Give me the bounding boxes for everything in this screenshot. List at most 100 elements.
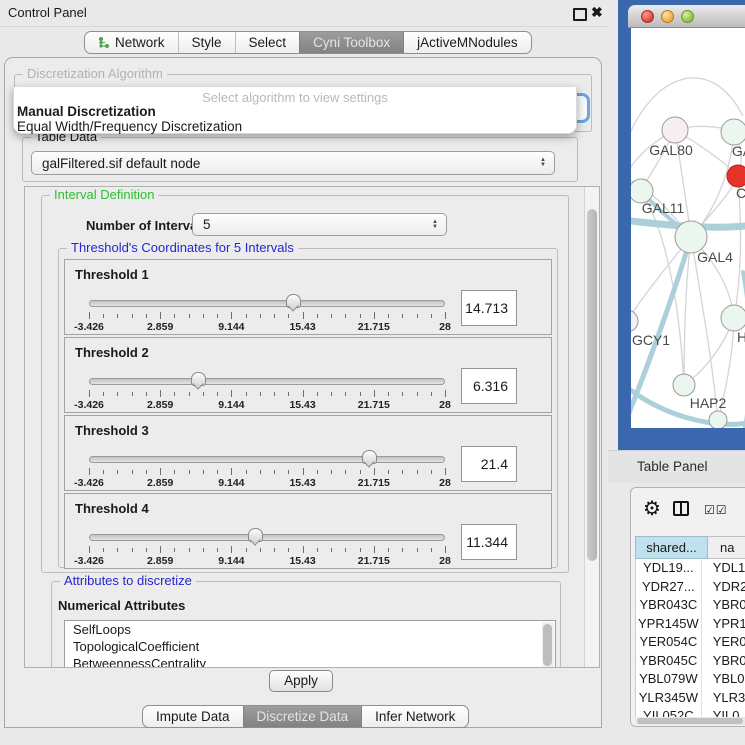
table-row[interactable]: YLR345WYLR3	[636, 689, 745, 708]
thresholds-container: Threshold 1-3.4262.8599.14415.4321.71528…	[64, 259, 552, 571]
table-scrollbar-thumb[interactable]	[637, 718, 743, 724]
tab-discretize-data[interactable]: Discretize Data	[243, 706, 362, 727]
apply-button[interactable]: Apply	[269, 670, 333, 692]
close-traffic-light-icon[interactable]	[641, 10, 654, 23]
attributes-scrollbar[interactable]	[542, 622, 554, 668]
tab-label: Network	[115, 35, 165, 50]
attribute-list-item[interactable]: BetweennessCentrality	[65, 655, 555, 668]
table-rows[interactable]: YDL19...YDL1YDR27...YDR2YBR043CYBR0YPR14…	[635, 559, 745, 717]
column-header-name[interactable]: na	[708, 536, 745, 559]
table-panel-titlebar: Table Panel	[608, 450, 745, 483]
algorithm-prompt: Select algorithm to view settings	[14, 90, 576, 105]
slider-tick-labels: -3.4262.8599.14415.4321.71528	[89, 555, 445, 567]
network-window-titlebar	[628, 5, 745, 28]
table-data-combobox[interactable]: galFiltered.sif default node ▲▼	[31, 151, 555, 175]
table-row[interactable]: YER054CYER0	[636, 633, 745, 652]
table-row[interactable]: YBR045CYBR0	[636, 652, 745, 671]
threshold-slider[interactable]: -3.4262.8599.14415.4321.71528	[89, 452, 445, 490]
number-of-intervals-label: Number of Intervals	[86, 218, 208, 233]
threshold-value-field[interactable]: 21.4	[461, 446, 517, 482]
cell-name: YIL0	[702, 707, 745, 717]
cell-shared-name: YBR045C	[636, 652, 702, 671]
threshold-slider[interactable]: -3.4262.8599.14415.4321.71528	[89, 530, 445, 568]
gear-icon[interactable]: ⚙	[643, 496, 661, 521]
number-of-intervals-combobox[interactable]: 5 ▲▼	[192, 213, 447, 236]
threshold-slider[interactable]: -3.4262.8599.14415.4321.71528	[89, 374, 445, 412]
table-row[interactable]: YBR043CYBR0	[636, 596, 745, 615]
slider-ticks	[89, 546, 445, 554]
tab-label: Select	[249, 35, 287, 50]
table-row[interactable]: YBL079WYBL0	[636, 670, 745, 689]
bottom-tab-bar: Impute Data Discretize DataInfer Network	[142, 705, 469, 728]
network-node-gcy1[interactable]	[631, 310, 638, 332]
network-node-c[interactable]	[727, 165, 745, 187]
network-node[interactable]	[709, 411, 727, 428]
column-header-shared-name[interactable]: shared...	[635, 536, 708, 559]
attribute-list-item[interactable]: SelfLoops	[65, 621, 555, 638]
numerical-attributes-list[interactable]: SelfLoopsTopologicalCoefficientBetweenne…	[64, 620, 556, 668]
cell-name: YBL0	[702, 670, 745, 689]
network-node-h[interactable]	[721, 305, 745, 331]
tab-cyni-toolbox[interactable]: Cyni Toolbox	[299, 32, 403, 53]
tab-impute-data[interactable]: Impute Data	[143, 706, 243, 727]
slider-track[interactable]	[89, 534, 445, 541]
network-node-ga[interactable]	[721, 119, 745, 145]
slider-ticks	[89, 312, 445, 320]
network-node-gal80[interactable]	[662, 117, 688, 143]
attributes-scrollbar-thumb[interactable]	[543, 624, 552, 666]
dropdown-option-equal-width-frequency[interactable]: Equal Width/Frequency Discretization	[17, 119, 242, 134]
cell-shared-name: YDL19...	[636, 559, 702, 578]
slider-thumb[interactable]	[286, 294, 301, 308]
tab-network[interactable]: Network	[85, 32, 178, 53]
settings-vertical-scrollbar[interactable]	[584, 187, 599, 667]
minimize-traffic-light-icon[interactable]	[661, 10, 674, 23]
slider-tick-labels: -3.4262.8599.14415.4321.71528	[89, 321, 445, 333]
top-tab-bar: Network Style Select Cyni Toolbox jActiveMNo…	[84, 31, 532, 54]
zoom-traffic-light-icon[interactable]	[681, 10, 694, 23]
select-columns-icons[interactable]: ☑☑	[704, 503, 728, 517]
table-horizontal-scrollbar[interactable]	[635, 717, 745, 725]
table-row[interactable]: YIL052CYIL0	[636, 707, 745, 717]
slider-track[interactable]	[89, 300, 445, 307]
attribute-list-item[interactable]: TopologicalCoefficient	[65, 638, 555, 655]
table-row[interactable]: YPR145WYPR1	[636, 615, 745, 634]
slider-track[interactable]	[89, 456, 445, 463]
threshold-slider[interactable]: -3.4262.8599.14415.4321.71528	[89, 296, 445, 334]
close-icon[interactable]: ✖	[591, 4, 603, 21]
tab-label: Impute Data	[156, 709, 230, 724]
network-node-hap2[interactable]	[673, 374, 695, 396]
network-view-window: GAL80GACGAL11GAL4GCY1HHAP2	[618, 0, 745, 450]
dropdown-option-manual-discretization[interactable]: Manual Discretization	[17, 104, 156, 119]
settings-scrollbar-thumb[interactable]	[587, 209, 597, 561]
network-canvas[interactable]: GAL80GACGAL11GAL4GCY1HHAP2	[631, 28, 745, 428]
threshold-value-field[interactable]: 11.344	[461, 524, 517, 560]
threshold-value-field[interactable]: 14.713	[461, 290, 517, 326]
split-columns-icon[interactable]	[673, 501, 689, 516]
slider-thumb[interactable]	[362, 450, 377, 464]
cell-shared-name: YER054C	[636, 633, 702, 652]
tab-jactivemnodules[interactable]: jActiveMNodules	[403, 32, 531, 53]
tab-label: Cyni Toolbox	[313, 35, 390, 50]
float-window-icon[interactable]	[573, 8, 587, 21]
tab-select[interactable]: Select	[235, 32, 300, 53]
slider-thumb[interactable]	[191, 372, 206, 386]
threshold-label: Threshold 3	[75, 423, 149, 438]
table-row[interactable]: YDR27...YDR2	[636, 578, 745, 597]
table-row[interactable]: YDL19...YDL1	[636, 559, 745, 578]
thresholds-group: Threshold's Coordinates for 5 Intervals …	[58, 248, 558, 568]
cell-shared-name: YBL079W	[636, 670, 702, 689]
cell-name: YBR0	[702, 652, 745, 671]
slider-track[interactable]	[89, 378, 445, 385]
threshold-value-field[interactable]: 6.316	[461, 368, 517, 404]
slider-tick-labels: -3.4262.8599.14415.4321.71528	[89, 399, 445, 411]
algorithm-dropdown-popup: Select algorithm to view settings Manual…	[13, 87, 577, 134]
cell-shared-name: YDR27...	[636, 578, 702, 597]
tab-label: Style	[192, 35, 222, 50]
tab-infer-network[interactable]: Infer Network	[361, 706, 468, 727]
attributes-group-label: Attributes to discretize	[60, 573, 196, 588]
tab-style[interactable]: Style	[178, 32, 235, 53]
threshold-label: Threshold 4	[75, 501, 149, 516]
slider-thumb[interactable]	[248, 528, 263, 542]
network-node-label: GAL11	[642, 200, 685, 216]
cell-shared-name: YIL052C	[636, 707, 702, 717]
